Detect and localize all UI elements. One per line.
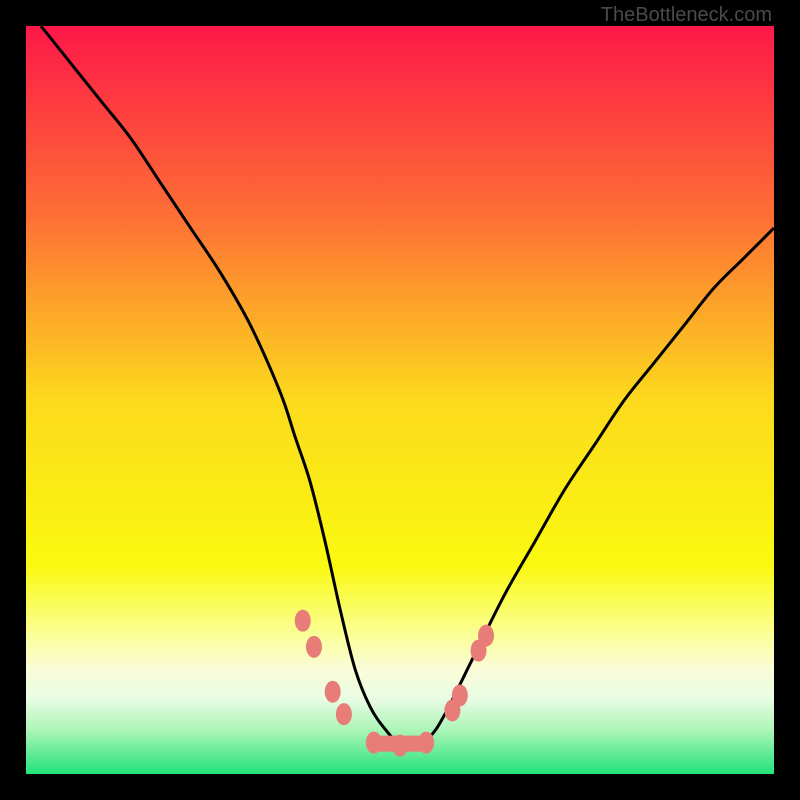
plot-area bbox=[26, 26, 774, 774]
watermark-label: TheBottleneck.com bbox=[601, 4, 772, 27]
background-gradient bbox=[26, 26, 774, 774]
chart-container: TheBottleneck.com bbox=[0, 0, 800, 800]
